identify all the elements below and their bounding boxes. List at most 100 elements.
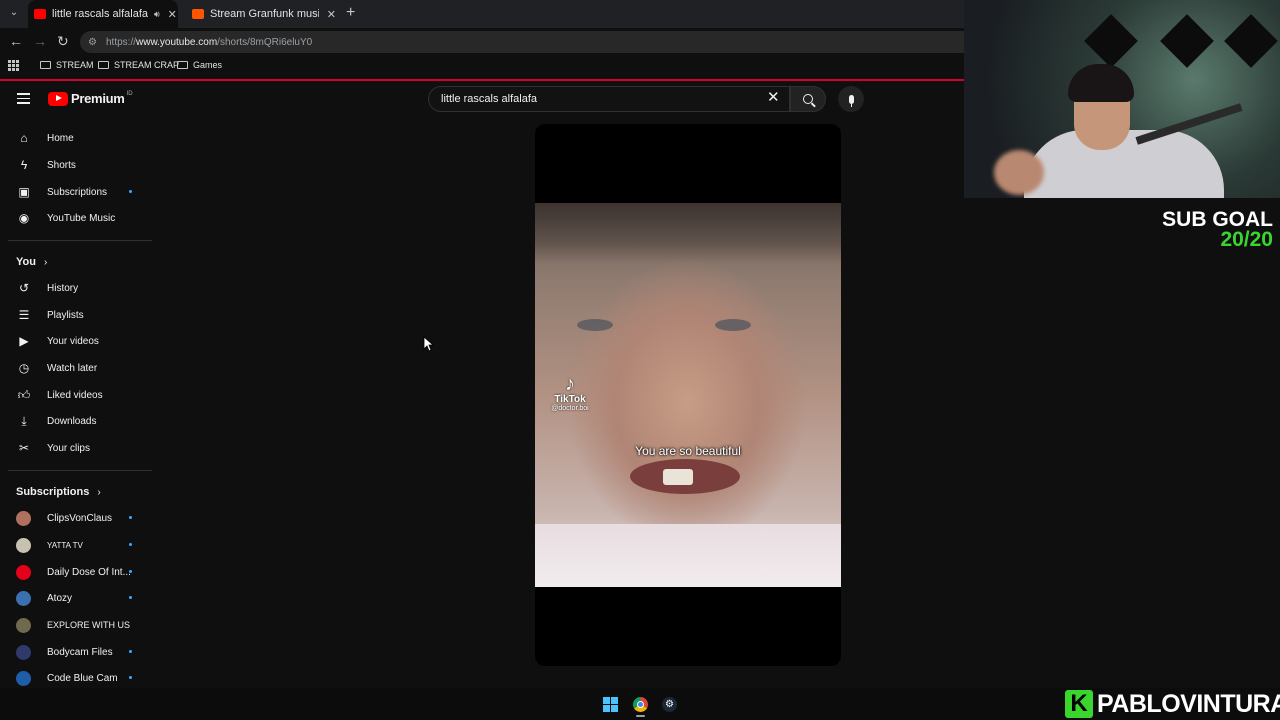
new-tab-plus-icon[interactable]: + [346,5,355,21]
search-icon [803,94,813,104]
sidebar-channel[interactable]: EXPLORE WITH US [0,612,152,638]
browser-tab-youtube[interactable]: little rascals alfalafa - YouTu 🔊︎ ✕ [28,0,178,28]
sidebar-channel[interactable]: Daily Dose Of Int... [0,559,152,585]
brand-logo: K [1065,690,1093,718]
new-content-dot [129,596,132,599]
channel-avatar [16,564,31,580]
webcam-overlay [964,0,1280,198]
new-content-dot [129,516,132,519]
bookmark-folder[interactable]: Games [177,60,222,70]
search-button[interactable] [790,86,826,112]
scissors-icon: ✂ [18,441,30,455]
new-content-dot [129,543,132,546]
tab-title: Stream Granfunk music | Listen [210,8,319,20]
sidebar-item-playlists[interactable]: ☰ Playlists [0,302,152,328]
video-collar-shading [535,524,841,587]
search-input[interactable] [439,92,739,106]
bookmark-folder[interactable]: STREAM CRAP [98,60,179,70]
site-info-icon[interactable]: ⚙︎ [88,37,102,48]
channel-avatar [16,644,31,660]
browser-toolbar: ← → ↻ ⚙︎ https://www.youtube.com/shorts/… [0,28,964,56]
sidebar-item-your-videos[interactable]: ▶ Your videos [0,328,152,354]
sub-goal-widget: SUB GOAL 20/20 [1162,208,1273,251]
download-icon: ⤓ [21,414,27,428]
video-eye-shading [577,319,613,331]
mouse-cursor-icon [423,336,433,352]
folder-icon [40,61,51,69]
channel-avatar [16,590,31,606]
menu-hamburger-icon[interactable] [17,93,30,104]
steam-icon[interactable]: ⚙︎ [662,697,677,712]
sidebar-item-liked-videos[interactable]: 👍︎ Liked videos [0,382,152,408]
microphone-icon [848,94,854,107]
bookmark-folder[interactable]: STREAM [40,60,94,70]
apps-grid-icon[interactable] [8,60,19,71]
soundcloud-favicon-icon [192,9,204,19]
speaker-icon[interactable]: 🔊︎ [154,9,160,20]
sidebar-channel[interactable]: Bodycam Files [0,639,152,665]
browser-tabstrip: ⌄ little rascals alfalafa - YouTu 🔊︎ ✕ S… [0,0,964,28]
address-bar[interactable]: ⚙︎ https://www.youtube.com/shorts/8mQRi6… [80,31,964,53]
tab-search-chevron-icon[interactable]: ⌄ [8,7,20,19]
brand-name: PABLOVINTURA [1097,689,1280,718]
wall-panel-diamond [1084,14,1138,68]
video-teeth-shading [663,469,693,485]
browser-tab-soundcloud[interactable]: Stream Granfunk music | Listen ✕ [186,0,336,28]
close-tab-icon[interactable]: ✕ [168,8,177,21]
wall-panel-diamond [1224,14,1278,68]
like-icon: 👍︎ [17,388,31,402]
your-videos-icon: ▶ [19,334,29,348]
shorts-video-player[interactable]: ♪ TikTok @doctor.boi You are so beautifu… [535,124,841,666]
sidebar-you-heading[interactable]: You › [16,256,47,268]
sidebar-channel[interactable]: ClipsVonClaus [0,505,152,531]
clear-search-icon[interactable]: ✕ [767,90,780,106]
voice-search-button[interactable] [838,86,864,112]
new-content-dot [129,676,132,679]
tiktok-watermark: ♪ TikTok @doctor.boi [540,374,600,412]
reload-icon[interactable]: ↻ [57,33,69,49]
streamer-hand [994,150,1044,195]
sidebar-channel[interactable]: Atozy [0,585,152,611]
youtube-premium-logo[interactable]: Premium ID [48,91,133,106]
bookmarks-bar: STREAM STREAM CRAP Games [0,56,964,78]
history-icon: ↺ [18,281,30,295]
folder-icon [177,61,188,69]
sidebar-channel[interactable]: YATTA TV [0,532,152,558]
active-app-indicator [636,715,645,717]
watch-later-icon: ◷ [18,361,30,375]
sidebar-item-watch-later[interactable]: ◷ Watch later [0,355,152,381]
windows-start-icon[interactable] [603,697,618,712]
close-tab-icon[interactable]: ✕ [327,8,336,21]
shorts-icon: ϟ [20,158,28,172]
video-eye-shading [715,319,751,331]
channel-avatar [16,617,31,633]
tiktok-logo-icon: ♪ [565,373,575,395]
forward-arrow-icon[interactable]: → [33,33,47,49]
playlists-icon: ☰ [18,308,30,322]
new-content-dot [129,190,132,193]
new-content-dot [129,570,132,573]
chevron-right-icon: › [97,486,101,498]
sidebar-item-subscriptions[interactable]: ▣ Subscriptions [0,179,152,205]
streamer-brand-overlay: K PABLOVINTURA [1065,688,1280,720]
url-text: https://www.youtube.com/shorts/8mQRi6elu… [106,36,313,48]
music-icon: ◉ [18,211,30,225]
sidebar-item-youtube-music[interactable]: ◉ YouTube Music [0,205,152,231]
back-arrow-icon[interactable]: ← [9,33,23,49]
sidebar-divider [8,470,152,471]
loading-bar [0,79,964,81]
tab-title: little rascals alfalafa - YouTu [52,8,148,20]
sidebar-item-your-clips[interactable]: ✂ Your clips [0,435,152,461]
folder-icon [98,61,109,69]
sidebar-item-downloads[interactable]: ⤓ Downloads [0,408,152,434]
sidebar-item-shorts[interactable]: ϟ Shorts [0,152,152,178]
sidebar-item-home[interactable]: ⌂ Home [0,125,152,151]
channel-avatar [16,670,31,686]
chrome-icon[interactable] [633,697,648,712]
sidebar-divider [8,240,152,241]
new-content-dot [129,650,132,653]
chevron-right-icon: › [43,256,48,268]
sidebar-item-history[interactable]: ↺ History [0,275,152,301]
sidebar-subscriptions-heading[interactable]: Subscriptions › [16,486,101,498]
video-caption: You are so beautiful [635,444,741,458]
